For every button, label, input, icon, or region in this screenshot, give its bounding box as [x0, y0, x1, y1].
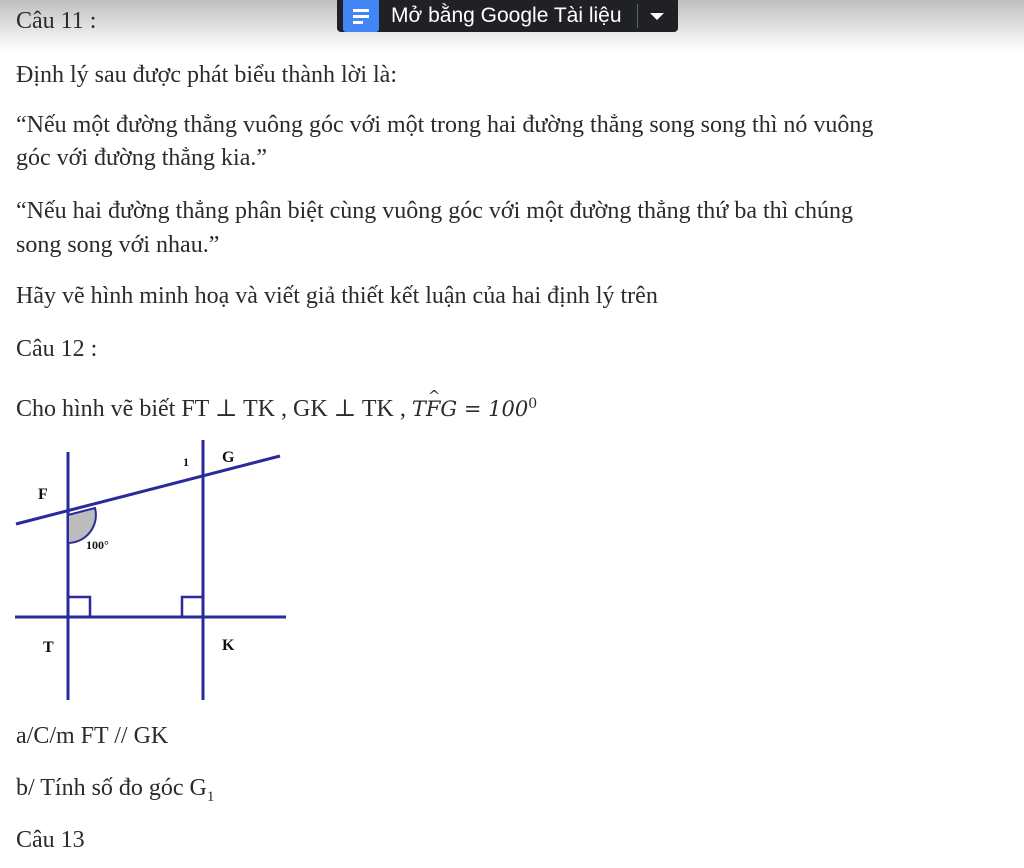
angle-tfg-expression: TFG = 1000 — [412, 381, 537, 421]
label-f: F — [38, 486, 48, 503]
q13-title: Câu 13 — [16, 827, 85, 853]
open-in-google-docs-button[interactable]: Mở bằng Google Tài liệu — [337, 0, 678, 32]
right-angle-marker-t — [68, 595, 92, 617]
line-fg — [15, 454, 281, 526]
label-g: G — [222, 449, 235, 466]
q12-title: Câu 12 : — [16, 336, 98, 362]
q12-part-a: a/C/m FT // GK — [16, 723, 169, 749]
label-1: 1 — [183, 455, 189, 469]
theorem2-line2: song song với nhau.” — [16, 232, 220, 258]
geometry-figure: F G 1 T K 100° — [15, 440, 286, 700]
theorem1-line1: “Nếu một đường thẳng vuông góc với một t… — [16, 112, 874, 138]
right-angle-marker-k — [180, 595, 203, 617]
q12-given: Cho hình vẽ biết FT ⊥ TK , GK ⊥ TK , TFG… — [16, 381, 537, 424]
q12-given-text: Cho hình vẽ biết FT ⊥ TK , GK ⊥ TK , — [16, 396, 412, 422]
q11-title: Câu 11 : — [16, 8, 97, 34]
button-divider — [637, 4, 638, 28]
google-docs-icon — [343, 0, 379, 32]
q11-intro: Định lý sau được phát biểu thành lời là: — [16, 62, 397, 88]
q12-part-b: b/ Tính số đo góc G1 — [16, 775, 215, 805]
open-in-google-docs-label: Mở bằng Google Tài liệu — [391, 4, 622, 27]
label-t: T — [43, 639, 54, 656]
theorem2-line1: “Nếu hai đường thẳng phân biệt cùng vuôn… — [16, 198, 853, 224]
label-k: K — [222, 637, 235, 654]
theorem1-line2: góc với đường thẳng kia.” — [16, 145, 268, 171]
label-angle-100: 100° — [86, 538, 109, 552]
q11-task: Hãy vẽ hình minh hoạ và viết giả thiết k… — [16, 283, 658, 309]
dropdown-caret-icon[interactable] — [650, 12, 664, 20]
